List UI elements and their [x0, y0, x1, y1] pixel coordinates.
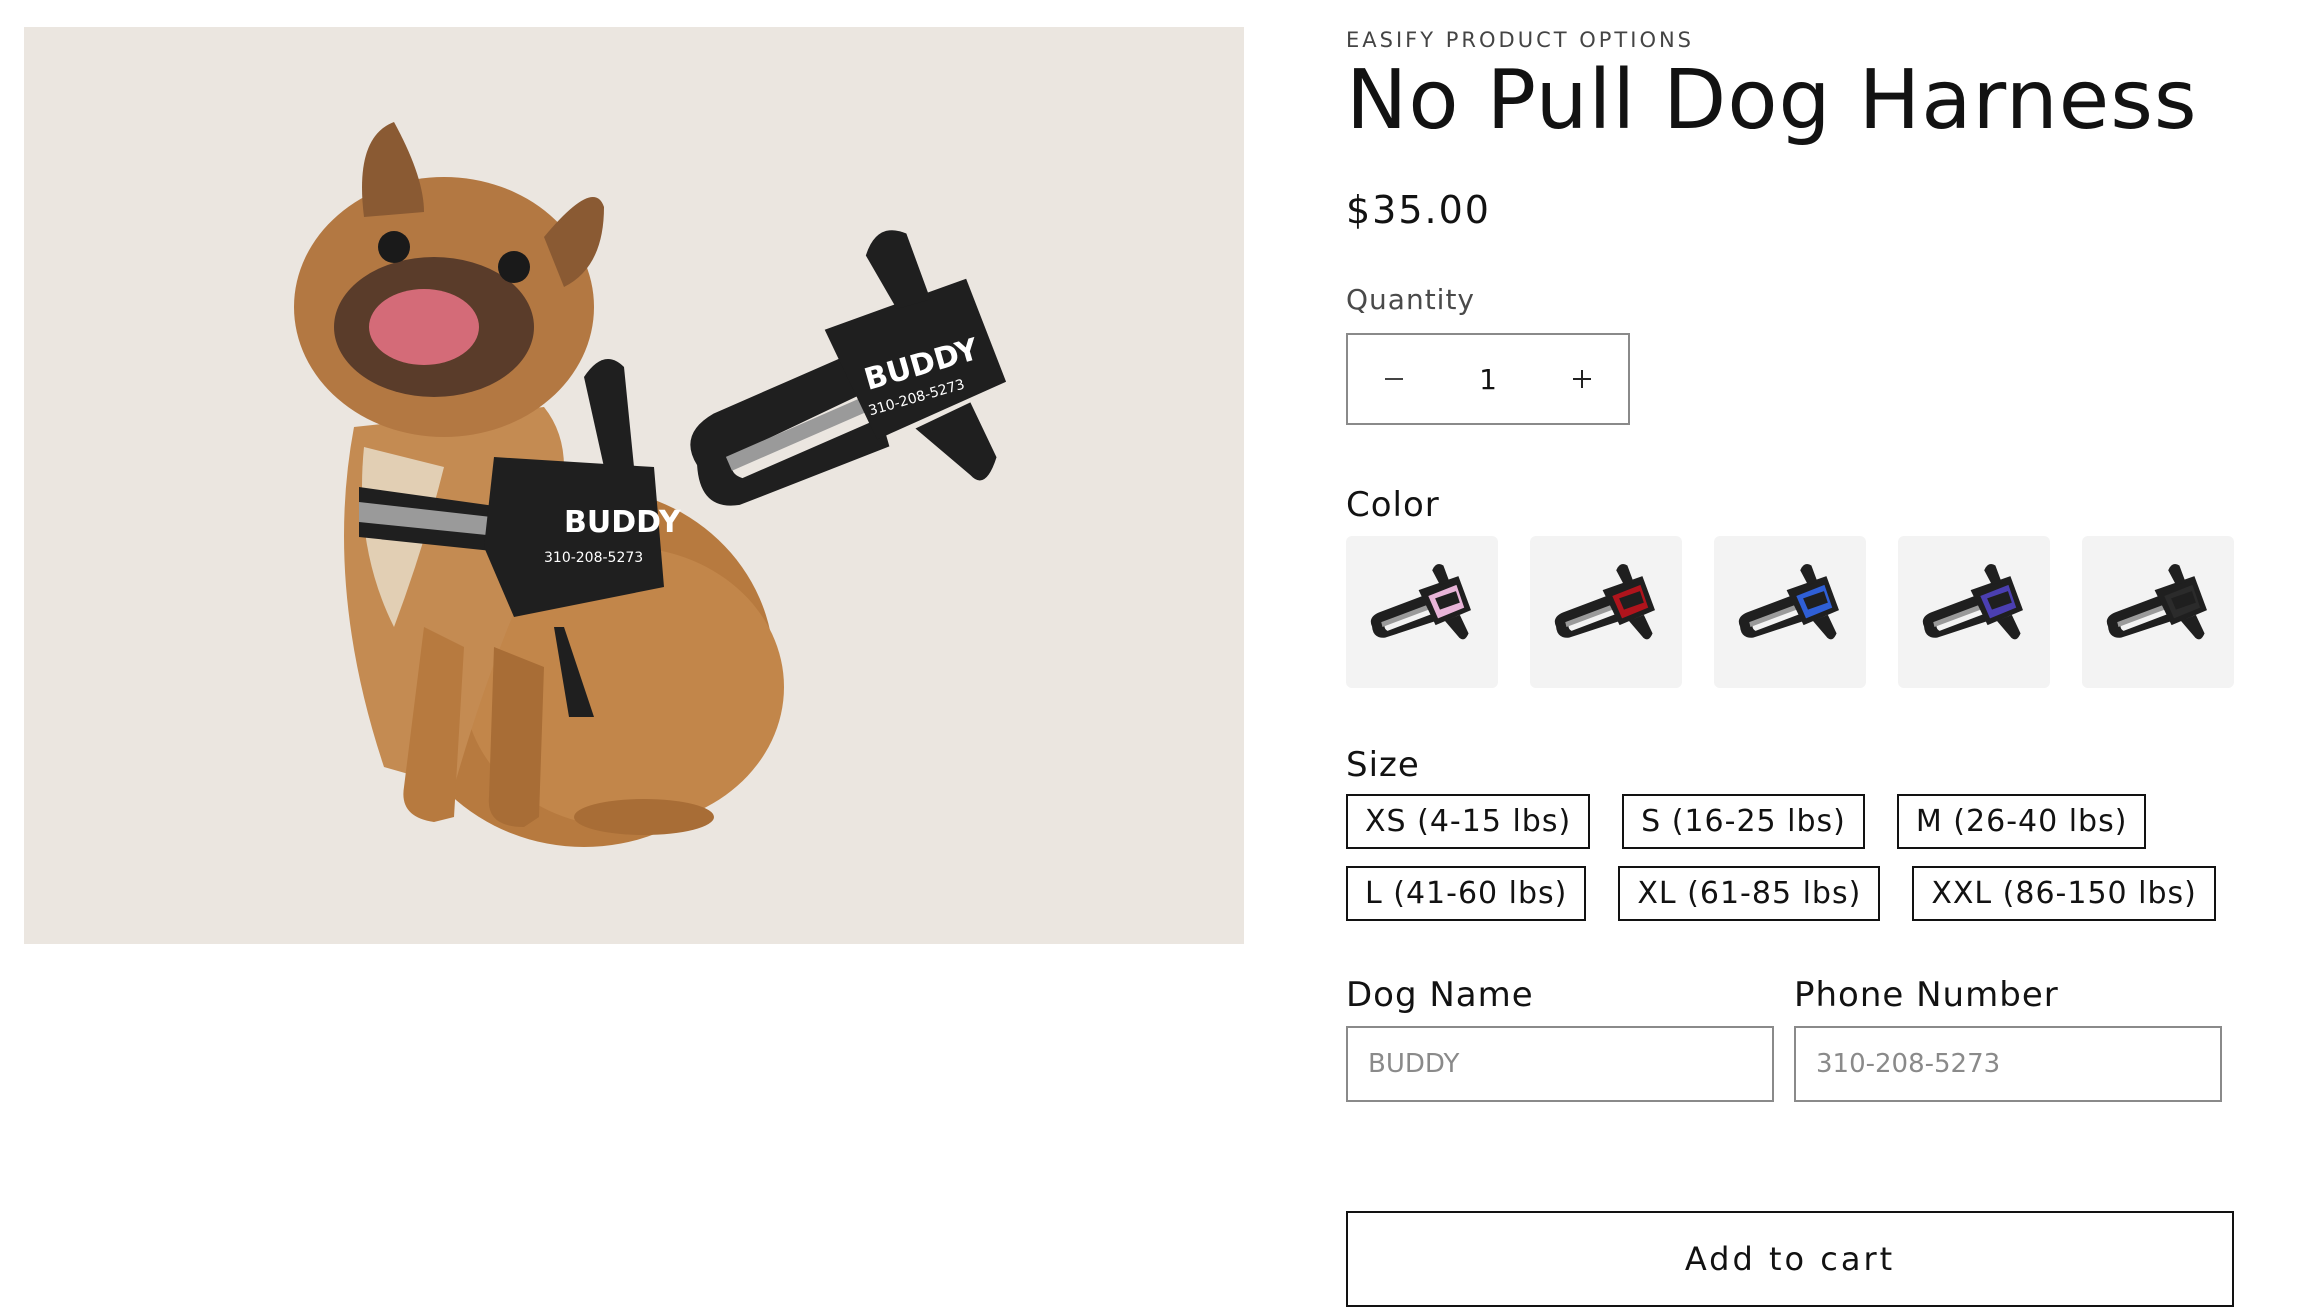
- product-vendor: EASIFY PRODUCT OPTIONS: [1346, 28, 1695, 52]
- dog-name-input[interactable]: [1346, 1026, 1774, 1102]
- harness-thumbnail-icon: [1922, 564, 2023, 640]
- size-option-m[interactable]: M (26-40 lbs): [1896, 794, 2147, 849]
- size-option-xs[interactable]: XS (4-15 lbs): [1346, 794, 1591, 849]
- quantity-stepper: 1: [1346, 333, 1630, 425]
- harness-thumbnail-icon: [1370, 564, 1471, 640]
- size-label: Size: [1346, 745, 1420, 785]
- size-row: XS (4-15 lbs) S (16-25 lbs) M (26-40 lbs…: [1346, 794, 2246, 849]
- quantity-input[interactable]: 1: [1440, 363, 1536, 396]
- minus-icon: [1385, 378, 1403, 380]
- harness-thumbnail-icon: [2106, 564, 2207, 640]
- product-price: $35.00: [1346, 188, 1491, 232]
- size-option-s[interactable]: S (16-25 lbs): [1622, 794, 1865, 849]
- size-option-xl[interactable]: XL (61-85 lbs): [1618, 866, 1881, 921]
- color-swatch-black[interactable]: [2082, 536, 2234, 688]
- size-option-l[interactable]: L (41-60 lbs): [1346, 866, 1587, 921]
- phone-number-input[interactable]: [1794, 1026, 2222, 1102]
- harness-illustration: BUDDY 310-208-5273: [690, 230, 1007, 506]
- color-swatch-pink[interactable]: [1346, 536, 1498, 688]
- plus-icon: [1573, 370, 1591, 388]
- dog-harness-name-label: BUDDY: [564, 505, 682, 540]
- quantity-decrease-button[interactable]: [1348, 335, 1440, 423]
- color-swatch-blue[interactable]: [1714, 536, 1866, 688]
- size-row: L (41-60 lbs) XL (61-85 lbs) XXL (86-150…: [1346, 866, 2246, 921]
- harness-thumbnail-icon: [1738, 564, 1839, 640]
- dog-name-label: Dog Name: [1346, 975, 1534, 1015]
- color-swatches: [1346, 536, 2234, 688]
- color-swatch-red[interactable]: [1530, 536, 1682, 688]
- quantity-increase-button[interactable]: [1536, 335, 1628, 423]
- quantity-label: Quantity: [1346, 283, 1475, 316]
- product-image[interactable]: BUDDY 310-208-5273 BUDDY 310-208-5273: [24, 27, 1244, 944]
- product-photo: BUDDY 310-208-5273 BUDDY 310-208-5273: [294, 122, 1007, 847]
- size-options: XS (4-15 lbs) S (16-25 lbs) M (26-40 lbs…: [1346, 794, 2246, 938]
- color-swatch-purple[interactable]: [1898, 536, 2050, 688]
- size-option-xxl[interactable]: XXL (86-150 lbs): [1912, 866, 2216, 921]
- product-title: No Pull Dog Harness: [1346, 53, 2198, 148]
- color-label: Color: [1346, 485, 1440, 525]
- harness-thumbnail-icon: [1554, 564, 1655, 640]
- phone-number-label: Phone Number: [1794, 975, 2059, 1015]
- add-to-cart-button[interactable]: Add to cart: [1346, 1211, 2234, 1307]
- dog-harness-phone-label: 310-208-5273: [544, 550, 643, 566]
